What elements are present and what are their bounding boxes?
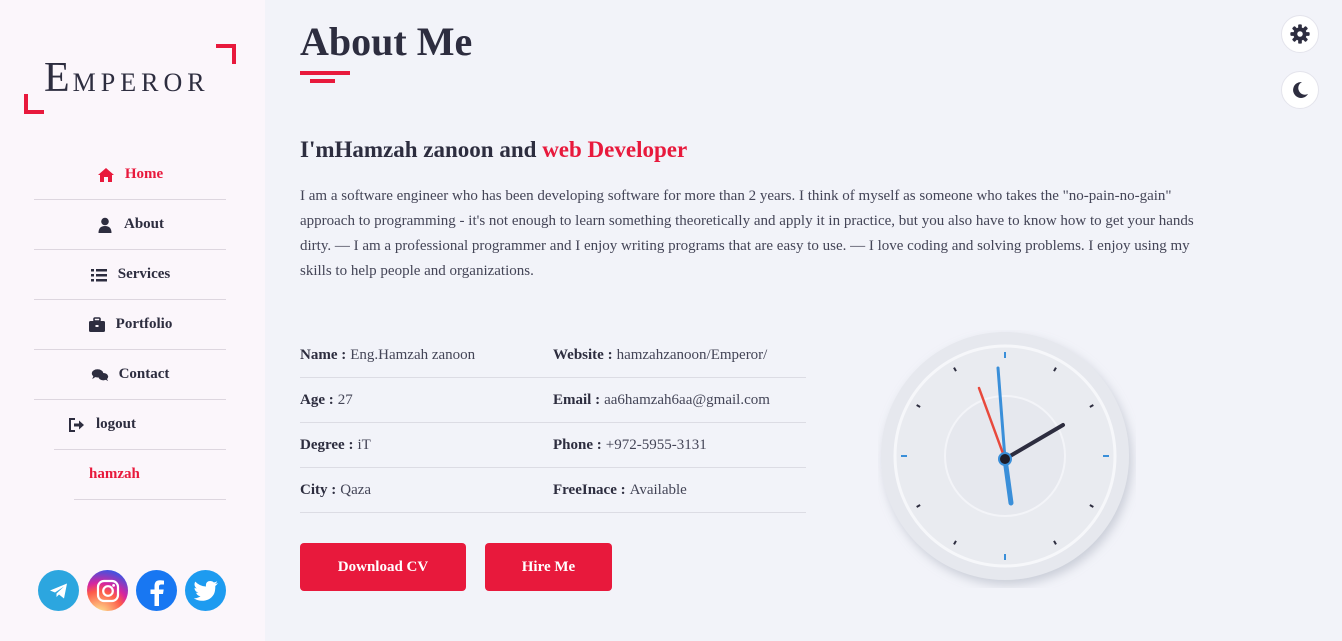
social-links (38, 570, 226, 611)
info-key: Degree : (300, 436, 354, 453)
info-key: Age : (300, 391, 334, 408)
info-value: Available (629, 481, 687, 498)
telegram-icon[interactable] (38, 570, 79, 611)
info-key: Phone : (553, 436, 602, 453)
analog-clock (881, 332, 1129, 580)
page-title: About Me (300, 19, 473, 64)
info-value: Eng.Hamzah zanoon (350, 346, 476, 363)
briefcase-icon (88, 316, 105, 332)
info-row: Degree : iT Phone : +972-5955-3131 (300, 423, 806, 468)
gear-icon (1290, 24, 1310, 44)
nav-item-about[interactable]: About (34, 200, 226, 250)
info-key: Email : (553, 391, 601, 408)
twitter-icon[interactable] (185, 570, 226, 611)
moon-icon (1293, 81, 1308, 98)
nav-item-label: About (123, 216, 164, 232)
nav-item-label: logout (96, 416, 137, 432)
logo-text: EMPEROR (44, 55, 210, 101)
nav-menu: Home About Services Portfolio Contact lo… (34, 150, 226, 500)
headline-prefix: I'mHamzah zanoon and (300, 137, 543, 162)
headline: I'mHamzah zanoon and web Developer (300, 137, 687, 163)
logo-corner-bottom-left (24, 94, 44, 114)
nav-item-label: Services (117, 266, 171, 282)
facebook-icon[interactable] (136, 570, 177, 611)
sidebar: EMPEROR Home About Services Portfolio Co… (0, 0, 265, 641)
nav-item-services[interactable]: Services (34, 250, 226, 300)
home-icon (97, 167, 114, 182)
user-icon (98, 217, 112, 233)
logo-corner-top-right (216, 44, 236, 64)
info-value: hamzahzanoon/Emperor/ (616, 346, 768, 363)
logo[interactable]: EMPEROR (24, 44, 236, 114)
username-label: hamzah (89, 466, 140, 482)
info-key: Name : (300, 346, 347, 363)
info-value: Qaza (340, 481, 372, 498)
info-row: Name : Eng.Hamzah zanoon Website : hamzahz… (300, 333, 806, 378)
nav-item-logout[interactable]: logout (54, 400, 226, 450)
dark-mode-toggle[interactable] (1281, 71, 1319, 109)
headline-accent: web Developer (542, 137, 688, 162)
nav-item-label: Portfolio (115, 316, 173, 332)
nav-item-username[interactable]: hamzah (74, 450, 226, 500)
instagram-icon[interactable] (87, 570, 128, 611)
info-value: +972-5955-3131 (605, 436, 707, 453)
nav-item-label: Home (124, 166, 164, 182)
settings-button[interactable] (1281, 15, 1319, 53)
download-cv-button[interactable]: Download CV (300, 543, 466, 591)
bio-text: I am a software engineer who has been de… (300, 188, 1194, 279)
nav-item-home[interactable]: Home (34, 150, 226, 200)
hire-me-button[interactable]: Hire Me (485, 543, 612, 591)
title-underline (300, 71, 350, 75)
info-row: Age :27 Email : aa6hamzah6aa@gmail.com (300, 378, 806, 423)
list-icon (90, 268, 107, 281)
info-key: City : (300, 481, 337, 498)
nav-item-contact[interactable]: Contact (34, 350, 226, 400)
nav-item-label: Contact (118, 366, 170, 382)
info-value: iT (357, 436, 371, 453)
info-table: Name : Eng.Hamzah zanoon Website : hamzahz… (300, 333, 806, 513)
nav-item-portfolio[interactable]: Portfolio (34, 300, 226, 350)
title-underline-short (310, 79, 335, 83)
info-value: aa6hamzah6aa@gmail.com (604, 391, 770, 408)
comments-icon (91, 368, 108, 381)
info-key: FreeInace : (553, 481, 626, 498)
info-value: 27 (337, 391, 353, 408)
sign-out-icon (69, 417, 84, 432)
info-key: Website : (553, 346, 613, 363)
info-row: City : Qaza FreeInace : Available (300, 468, 806, 513)
